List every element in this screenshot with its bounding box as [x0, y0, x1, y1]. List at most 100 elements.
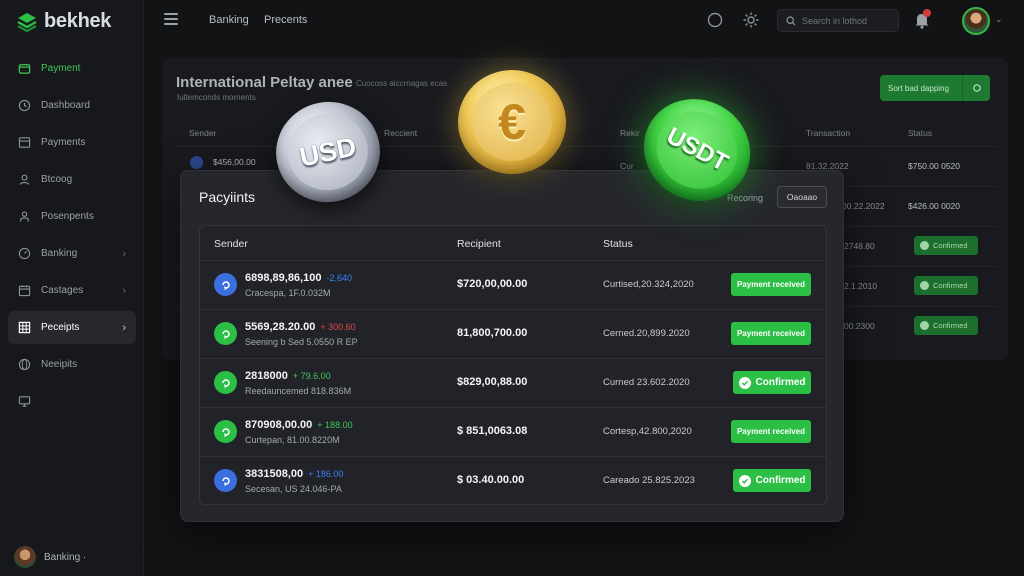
status-date: Curned 23.602.2020 — [603, 377, 690, 388]
sidebar-item-label: Payment — [41, 63, 81, 74]
table-row[interactable]: 6898,89,86,100 -2.640 Cracespa, 1F.0.032M $… — [200, 260, 826, 309]
payments-modal: Pacyiints Recoring Oaoaao Sender Recipie… — [180, 170, 844, 522]
sidebar-item-posenpents[interactable]: Posenpents — [8, 200, 136, 233]
search-box[interactable] — [777, 9, 899, 32]
status-badge: Confirmed — [914, 236, 978, 255]
status-badge: Confirmed — [914, 316, 978, 335]
grid-icon — [18, 321, 31, 334]
person-icon — [20, 211, 29, 222]
status-badge[interactable]: Payment received — [731, 420, 811, 443]
app-name: bekhek — [44, 10, 112, 32]
header-recipient: Recipient — [457, 238, 501, 250]
sidebar-nav: Payment Dashboard Payments Btcoog Posenp… — [8, 52, 136, 422]
coin-icon — [214, 420, 237, 443]
sort-button[interactable]: Sort bad dapping — [880, 75, 990, 101]
sender-detail: Reedauncemed 818.836M — [245, 386, 352, 396]
sidebar-item-label: Payments — [41, 137, 86, 148]
coin-icon — [190, 156, 203, 169]
chevron-right-icon: › — [122, 322, 126, 334]
sender-detail: Curtepan, 81.00.8220M — [245, 435, 340, 445]
table-row[interactable]: 2818000 + 79.6.00 Reedauncemed 818.836M $82… — [200, 358, 826, 407]
user-avatar[interactable] — [962, 7, 990, 35]
modal-action-button[interactable]: Oaoaao — [777, 186, 827, 208]
sender-amount: 2818000 + 79.6.00 — [245, 370, 331, 382]
modal-title: Pacyiints — [199, 189, 256, 205]
sidebar-item-neeipits[interactable]: Neeipits — [8, 348, 136, 381]
bg-status: $426.00 0020 — [908, 201, 960, 211]
search-input[interactable] — [802, 15, 898, 26]
status-date: Cortesp,42.800,2020 — [603, 426, 692, 437]
check-icon — [920, 241, 929, 250]
user-icon — [19, 174, 30, 185]
bg-status: $750.00 0520 — [908, 161, 960, 171]
sidebar-item-payments[interactable]: Payments — [8, 126, 136, 159]
menu-icon[interactable] — [164, 13, 178, 25]
coin-icon — [214, 273, 237, 296]
bg-header-status: Status — [908, 128, 933, 138]
sidebar-item-monitor[interactable] — [8, 385, 136, 418]
amount-value: 3831508,00 — [245, 468, 304, 480]
coin-icon — [214, 371, 237, 394]
sidebar-item-castages[interactable]: Castages › — [8, 274, 136, 307]
sidebar-item-label: Dashboard — [41, 100, 90, 111]
background-title: International Peltay anee — [176, 74, 353, 91]
top-link-precents[interactable]: Precents — [264, 14, 307, 26]
top-link-banking[interactable]: Banking — [209, 14, 249, 26]
status-date: Cerned.20,899.2020 — [603, 328, 690, 339]
app-logo[interactable]: bekhek — [16, 10, 111, 33]
sender-amount: 870908,00.00 + 188.00 — [245, 419, 353, 431]
check-icon — [920, 321, 929, 330]
circle-icon[interactable] — [706, 11, 724, 29]
table-row[interactable]: 870908,00.00 + 188.00 Curtepan, 81.00.8220… — [200, 407, 826, 456]
sidebar-item-label: Banking — [41, 248, 78, 259]
status-date: Careado 25.825.2023 — [603, 475, 695, 486]
sidebar-item-peceipts[interactable]: Peceipts › — [8, 311, 136, 344]
status-badge-label: Payment received — [736, 280, 806, 289]
status-badge[interactable]: Payment received — [731, 273, 811, 296]
calendar-icon — [18, 285, 31, 297]
status-date: Curtised,20.324,2020 — [603, 279, 694, 290]
usd-coin-label: USD — [280, 106, 376, 198]
sidebar-item-label: Neeipits — [41, 359, 78, 370]
status-badge[interactable]: Payment received — [731, 322, 811, 345]
chevron-down-icon[interactable]: ⌄ — [995, 14, 1003, 25]
coin-icon — [214, 469, 237, 492]
wallet-icon — [18, 64, 31, 74]
recipient-amount: 81,800,700.00 — [457, 327, 528, 339]
clock-icon — [18, 99, 31, 112]
sender-amount: 3831508,00 + 186.00 — [245, 468, 343, 480]
sidebar-item-btcoog[interactable]: Btcoog — [8, 163, 136, 196]
table-row[interactable]: 3831508,00 + 186.00 Secesan, US 24.046-PA $… — [200, 456, 826, 505]
bg-header-recipient: Reccient — [384, 128, 418, 138]
sidebar-item-banking[interactable]: Banking › — [8, 237, 136, 270]
status-badge[interactable]: Confirmed — [733, 469, 811, 492]
sort-button-label: Sort bad dapping — [888, 83, 949, 93]
amount-delta: + 186.00 — [308, 469, 344, 479]
status-badge-label: Confirmed — [933, 281, 968, 290]
status-badge-label: Confirmed — [755, 475, 806, 486]
bg-date: 00.2300 — [844, 321, 875, 331]
status-badge-label: Payment received — [736, 329, 806, 338]
check-icon — [920, 281, 929, 290]
sender-amount: 5569,28.20.00 + 300.60 — [245, 321, 356, 333]
status-badge[interactable]: Confirmed — [733, 371, 811, 394]
sidebar-item-label: Peceipts — [41, 322, 80, 333]
footer-label: Banking · — [44, 551, 87, 563]
globe-icon — [18, 358, 31, 371]
bg-header-rekir: Rekir — [620, 128, 640, 138]
header-status: Status — [603, 238, 633, 250]
search-icon — [786, 15, 796, 25]
status-badge-label: Confirmed — [933, 241, 968, 250]
avatar — [14, 546, 36, 568]
bg-header-transaction: Transaction — [806, 128, 851, 138]
sidebar-item-label: Btcoog — [41, 174, 73, 185]
background-subtitle: Iultemconds mornents — [177, 93, 256, 102]
table-row[interactable]: 5569,28.20.00 + 300.60 Seening b Sed 5.055… — [200, 309, 826, 358]
status-badge: Confirmed — [914, 276, 978, 295]
bg-date: 2.1.2010 — [844, 281, 878, 291]
gear-icon[interactable] — [742, 11, 760, 29]
sidebar-item-payment[interactable]: Payment — [8, 52, 136, 85]
sidebar-footer[interactable]: Banking · — [14, 546, 86, 568]
sidebar-item-label: Castages — [41, 285, 84, 296]
sidebar-item-dashboard[interactable]: Dashboard — [8, 89, 136, 122]
